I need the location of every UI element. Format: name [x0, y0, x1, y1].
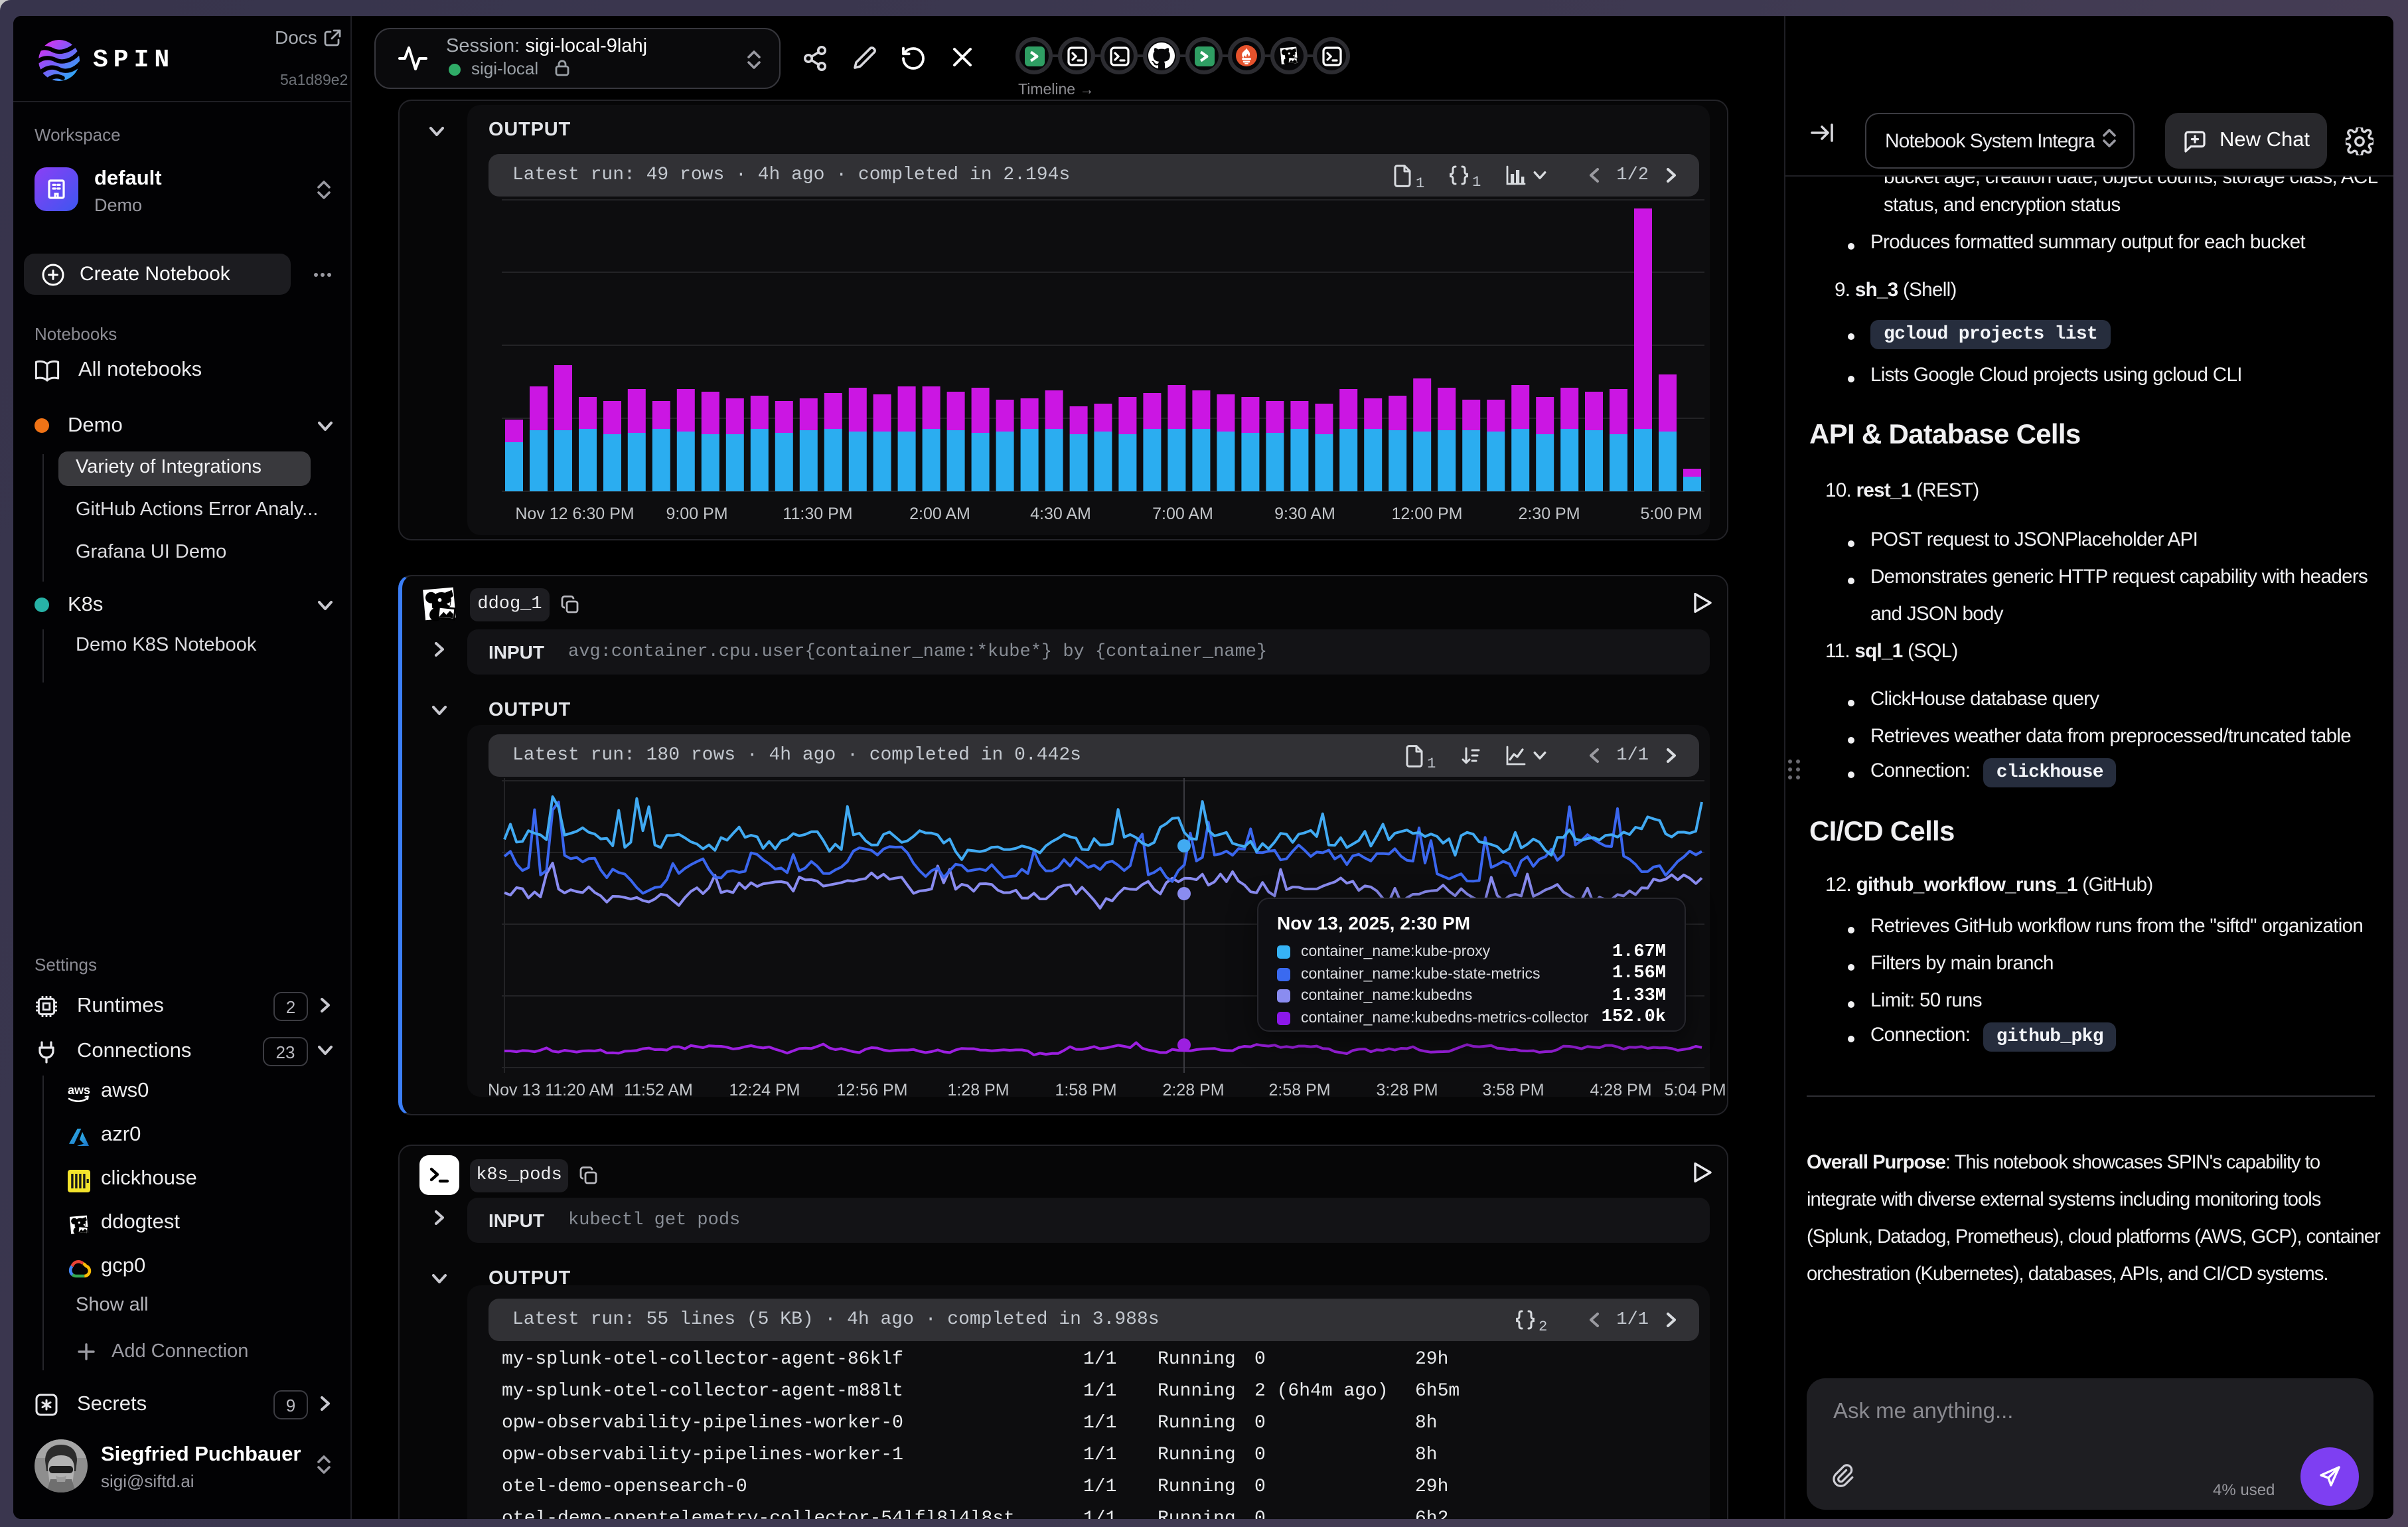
svg-text:aws: aws: [68, 1083, 90, 1096]
